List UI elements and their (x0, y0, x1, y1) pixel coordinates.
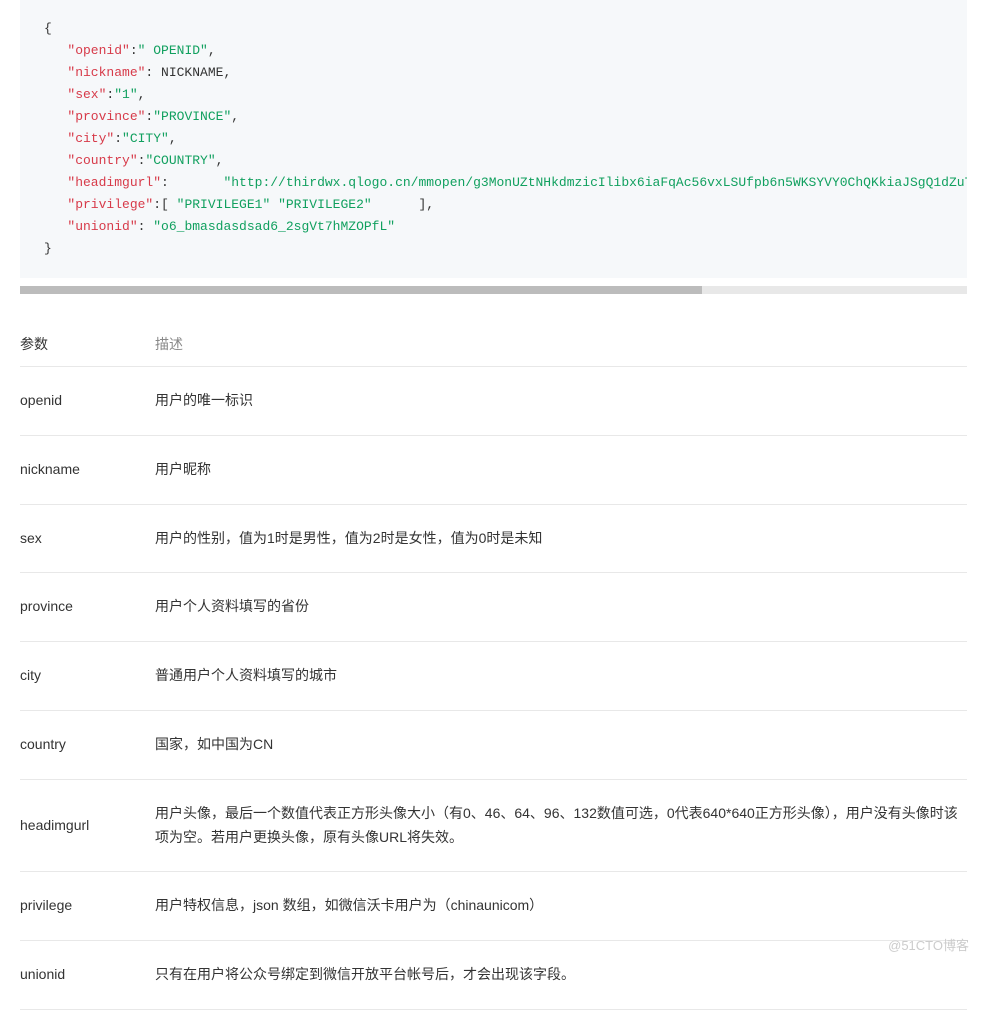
table-row: privilege用户特权信息，json 数组，如微信沃卡用户为（chinaun… (20, 872, 967, 941)
key-nickname: "nickname" (67, 65, 145, 80)
key-headimgurl: "headimgurl" (67, 175, 161, 190)
table-row: openid用户的唯一标识 (20, 367, 967, 436)
desc-cell: 用户头像，最后一个数值代表正方形头像大小（有0、46、64、96、132数值可选… (155, 779, 967, 872)
table-row: province用户个人资料填写的省份 (20, 573, 967, 642)
key-province: "province" (67, 109, 145, 124)
brace-close: } (44, 241, 52, 256)
header-desc: 描述 (155, 322, 967, 367)
desc-cell: 用户的唯一标识 (155, 367, 967, 436)
param-cell: openid (20, 367, 155, 436)
desc-cell: 用户个人资料填写的省份 (155, 573, 967, 642)
param-cell: sex (20, 504, 155, 573)
val-sex: "1" (114, 87, 137, 102)
scrollbar-thumb[interactable] (20, 286, 702, 294)
val-headimgurl: "http://thirdwx.qlogo.cn/mmopen/g3MonUZt… (223, 175, 967, 190)
desc-cell: 用户特权信息，json 数组，如微信沃卡用户为（chinaunicom） (155, 872, 967, 941)
val-openid: " OPENID" (138, 43, 208, 58)
param-cell: city (20, 642, 155, 711)
table-row: country国家，如中国为CN (20, 710, 967, 779)
param-cell: country (20, 710, 155, 779)
val-privilege2: "PRIVILEGE2" (278, 197, 372, 212)
param-cell: nickname (20, 435, 155, 504)
desc-cell: 用户昵称 (155, 435, 967, 504)
key-privilege: "privilege" (67, 197, 153, 212)
param-cell: headimgurl (20, 779, 155, 872)
key-country: "country" (67, 153, 137, 168)
desc-cell: 只有在用户将公众号绑定到微信开放平台帐号后，才会出现该字段。 (155, 941, 967, 1010)
table-row: headimgurl用户头像，最后一个数值代表正方形头像大小（有0、46、64、… (20, 779, 967, 872)
key-city: "city" (67, 131, 114, 146)
val-province: "PROVINCE" (153, 109, 231, 124)
val-unionid: "o6_bmasdasdsad6_2sgVt7hMZOPfL" (153, 219, 395, 234)
val-nickname: NICKNAME (161, 65, 223, 80)
key-openid: "openid" (67, 43, 129, 58)
table-row: sex用户的性别，值为1时是男性，值为2时是女性，值为0时是未知 (20, 504, 967, 573)
key-unionid: "unionid" (67, 219, 137, 234)
horizontal-scrollbar[interactable] (20, 286, 967, 294)
val-country: "COUNTRY" (145, 153, 215, 168)
header-param: 参数 (20, 322, 155, 367)
table-row: nickname用户昵称 (20, 435, 967, 504)
val-privilege1: "PRIVILEGE1" (177, 197, 271, 212)
json-code-block: { "openid":" OPENID", "nickname": NICKNA… (20, 0, 967, 278)
table-row: city普通用户个人资料填写的城市 (20, 642, 967, 711)
param-cell: privilege (20, 872, 155, 941)
param-cell: unionid (20, 941, 155, 1010)
param-cell: province (20, 573, 155, 642)
brace-open: { (44, 21, 52, 36)
desc-cell: 用户的性别，值为1时是男性，值为2时是女性，值为0时是未知 (155, 504, 967, 573)
key-sex: "sex" (67, 87, 106, 102)
val-city: "CITY" (122, 131, 169, 146)
table-row: unionid只有在用户将公众号绑定到微信开放平台帐号后，才会出现该字段。 (20, 941, 967, 1010)
desc-cell: 普通用户个人资料填写的城市 (155, 642, 967, 711)
desc-cell: 国家，如中国为CN (155, 710, 967, 779)
params-table: 参数 描述 openid用户的唯一标识nickname用户昵称sex用户的性别，… (20, 322, 967, 1010)
